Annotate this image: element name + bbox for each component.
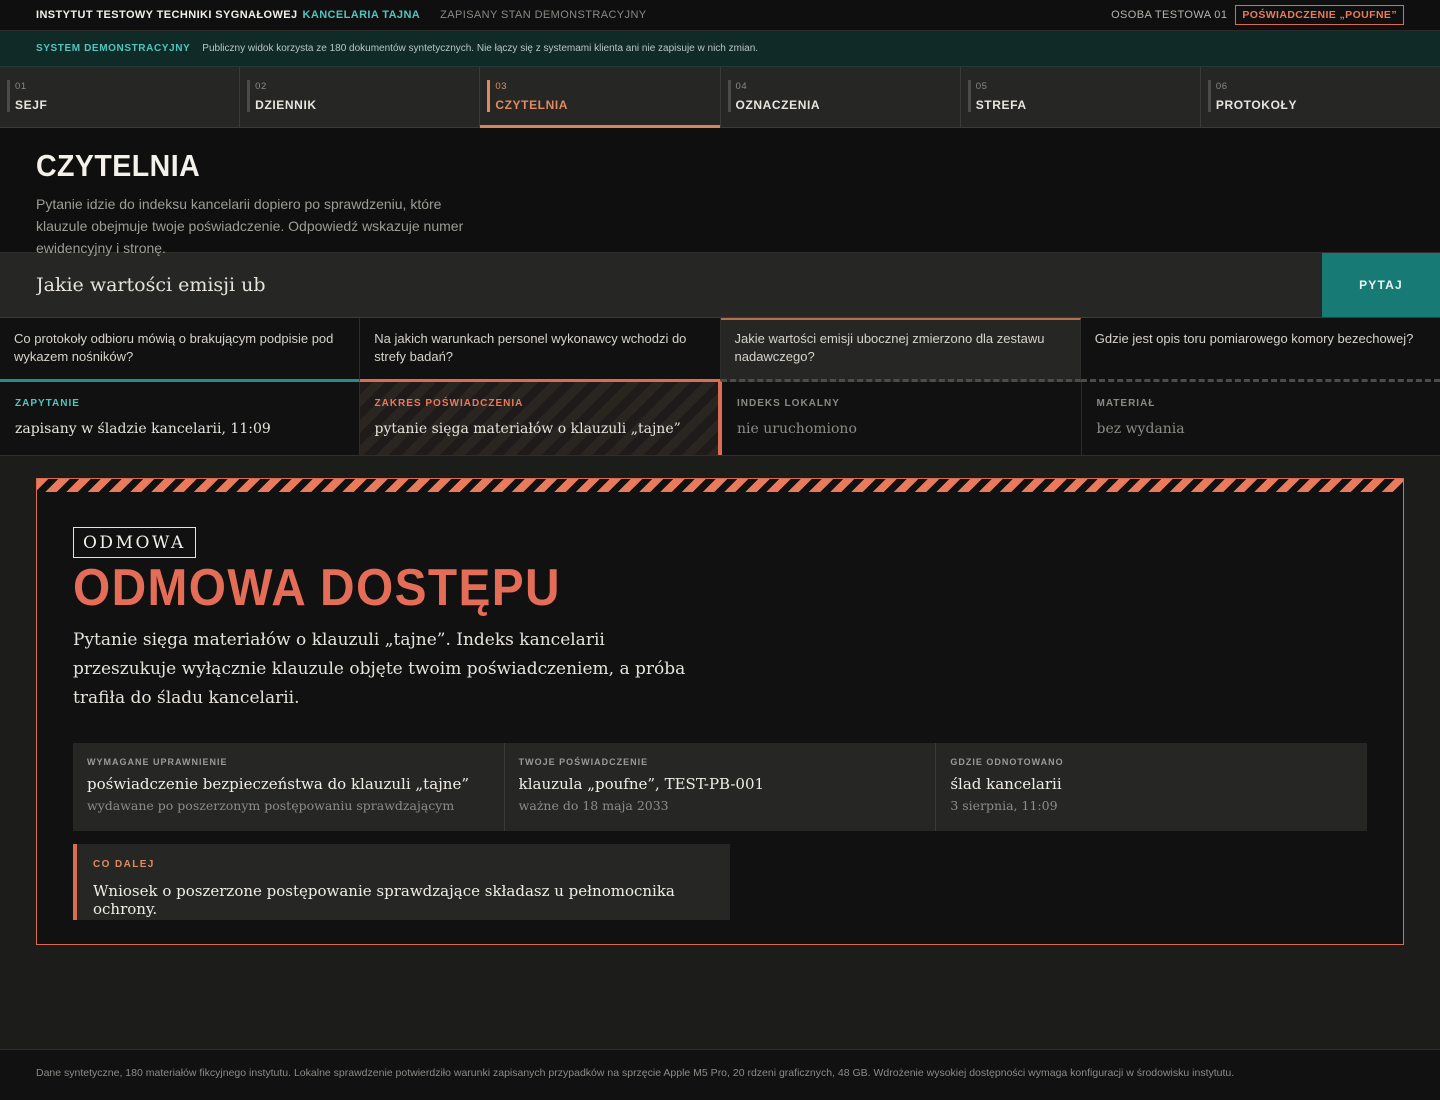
status-clearance-scope: ZAKRES POŚWIADCZENIA pytanie sięga mater…	[359, 382, 722, 455]
page-title: CZYTELNIA	[36, 148, 201, 183]
page-description: Pytanie idzie do indeksu kancelarii dopi…	[36, 196, 464, 256]
section-name: KANCELARIA TAJNA	[302, 9, 421, 21]
tab-label: OZNACZENIA	[735, 98, 821, 112]
fact-where-logged: GDZIE ODNOTOWANO ślad kancelarii 3 sierp…	[936, 743, 1367, 831]
tab-label: SEJF	[15, 98, 48, 112]
tab-protokoly[interactable]: 06 PROTOKOŁY	[1201, 67, 1440, 127]
footer-text: Dane syntetyczne, 180 materiałów fikcyjn…	[36, 1067, 1235, 1079]
access-denied-panel: ODMOWA ODMOWA DOSTĘPU Pytanie sięga mate…	[36, 478, 1404, 945]
status-local-index: INDEKS LOKALNY nie uruchomiono	[722, 382, 1082, 455]
denial-tag: ODMOWA	[73, 527, 196, 558]
next-steps: CO DALEJ Wniosek o poszerzone postępowan…	[73, 844, 730, 920]
fact-key: GDZIE ODNOTOWANO	[950, 757, 1064, 767]
tab-number: 03	[495, 81, 508, 92]
tab-label: DZIENNIK	[255, 98, 317, 112]
fact-value: ślad kancelarii	[950, 775, 1062, 793]
query-bar: Jakie wartości emisji ubocznej zmierzono…	[0, 253, 1440, 318]
demo-banner-text: Publiczny widok korzysta ze 180 dokument…	[202, 43, 759, 54]
hazard-stripe	[37, 479, 1403, 492]
clearance-badge: POŚWIADCZENIE „POUFNE”	[1235, 5, 1404, 25]
query-input[interactable]: Jakie wartości emisji ubocznej zmierzono…	[0, 253, 1322, 317]
top-bar: INSTYTUT TESTOWY TECHNIKI SYGNAŁOWEJ KAN…	[0, 0, 1440, 31]
tab-label: PROTOKOŁY	[1215, 98, 1298, 112]
tab-number: 01	[15, 81, 27, 92]
suggestion-list: Co protokoły odbioru mówią o brakującym …	[0, 318, 1440, 382]
fact-value: klauzula „poufne”, TEST-PB-001	[518, 775, 765, 793]
tab-number: 05	[975, 81, 988, 92]
fact-value: poświadczenie bezpieczeństwa do klauzuli…	[87, 775, 469, 793]
tab-number: 04	[735, 81, 748, 92]
tab-number: 06	[1215, 81, 1228, 92]
tab-label: CZYTELNIA	[495, 98, 569, 112]
status-key: ZAKRES POŚWIADCZENIA	[374, 398, 524, 409]
fact-required-permission: WYMAGANE UPRAWNIENIE poświadczenie bezpi…	[73, 743, 505, 831]
fact-sub: 3 sierpnia, 11:09	[950, 798, 1058, 813]
user-name: OSOBA TESTOWA 01	[1111, 9, 1228, 21]
status-value: zapisany w śladzie kancelarii, 11:09	[15, 421, 271, 437]
suggestion-item[interactable]: Na jakich warunkach personel wykonawcy w…	[360, 318, 721, 382]
fact-your-clearance: TWOJE POŚWIADCZENIE klauzula „poufne”, T…	[505, 743, 937, 831]
fact-key: WYMAGANE UPRAWNIENIE	[87, 757, 228, 767]
fact-sub: ważne do 18 maja 2033	[518, 798, 669, 813]
status-query: ZAPYTANIE zapisany w śladzie kancelarii,…	[0, 382, 360, 455]
suggestion-item-selected[interactable]: Jakie wartości emisji ubocznej zmierzono…	[720, 318, 1081, 382]
status-material: MATERIAŁ bez wydania	[1082, 382, 1440, 455]
footer: Dane syntetyczne, 180 materiałów fikcyjn…	[0, 1049, 1440, 1100]
fact-key: TWOJE POŚWIADCZENIE	[518, 757, 649, 767]
main-nav: 01 SEJF 02 DZIENNIK 03 CZYTELNIA 04 OZNA…	[0, 67, 1440, 128]
demo-banner: SYSTEM DEMONSTRACYJNY Publiczny widok ko…	[0, 31, 1440, 67]
suggestion-item[interactable]: Gdzie jest opis toru pomiarowego komory …	[1080, 318, 1440, 382]
denial-title: ODMOWA DOSTĘPU	[73, 559, 561, 617]
status-value: pytanie sięga materiałów o klauzuli „taj…	[374, 421, 681, 437]
tab-number: 02	[255, 81, 267, 92]
state-label: ZAPISANY STAN DEMONSTRACYJNY	[440, 9, 647, 21]
status-row: ZAPYTANIE zapisany w śladzie kancelarii,…	[0, 382, 1440, 456]
tab-czytelnia[interactable]: 03 CZYTELNIA	[480, 67, 721, 128]
denial-facts: WYMAGANE UPRAWNIENIE poświadczenie bezpi…	[73, 743, 1367, 831]
status-value: bez wydania	[1096, 421, 1185, 437]
next-steps-text: Wniosek o poszerzone postępowanie sprawd…	[93, 882, 675, 918]
demo-banner-label: SYSTEM DEMONSTRACYJNY	[36, 43, 191, 54]
query-input-value: Jakie wartości emisji ubocznej zmierzono…	[36, 274, 266, 296]
tab-sejf[interactable]: 01 SEJF	[0, 67, 241, 127]
status-value: nie uruchomiono	[737, 421, 857, 437]
status-key: MATERIAŁ	[1096, 398, 1156, 409]
suggestion-item[interactable]: Co protokoły odbioru mówią o brakującym …	[0, 318, 361, 382]
page-header: CZYTELNIA Pytanie idzie do indeksu kance…	[0, 128, 1440, 256]
status-key: INDEKS LOKALNY	[737, 398, 840, 409]
tab-label: STREFA	[975, 98, 1027, 112]
tab-oznaczenia[interactable]: 04 OZNACZENIA	[721, 67, 961, 127]
fact-sub: wydawane po poszerzonym postępowaniu spr…	[87, 798, 455, 813]
denial-lead: Pytanie sięga materiałów o klauzuli „taj…	[73, 630, 686, 708]
institute-name: INSTYTUT TESTOWY TECHNIKI SYGNAŁOWEJ	[36, 9, 298, 21]
ask-button[interactable]: PYTAJ	[1322, 253, 1440, 317]
tab-dziennik[interactable]: 02 DZIENNIK	[240, 67, 481, 127]
tab-strefa[interactable]: 05 STREFA	[961, 67, 1201, 127]
status-key: ZAPYTANIE	[15, 398, 80, 409]
next-steps-key: CO DALEJ	[93, 859, 155, 870]
